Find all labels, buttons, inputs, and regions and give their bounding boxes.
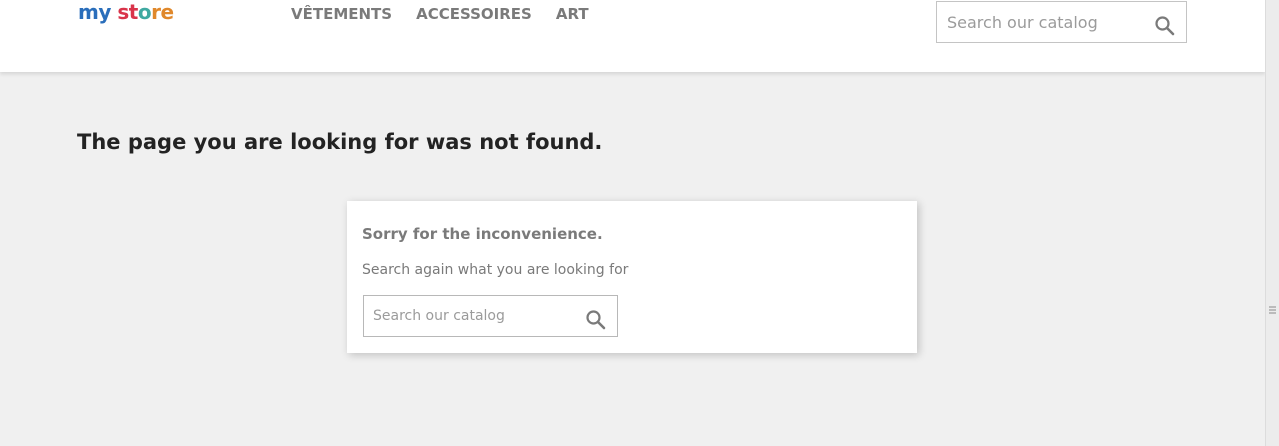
page-title: The page you are looking for was not fou… [77, 130, 603, 154]
menu-item-vetements[interactable]: VÊTEMENTS [291, 4, 392, 24]
main-menu: VÊTEMENTS ACCESSOIRES ART [291, 4, 589, 24]
site-header: my store VÊTEMENTS ACCESSOIRES ART [0, 0, 1265, 72]
scroll-grip-icon[interactable] [1269, 301, 1276, 314]
store-logo[interactable]: my store [78, 0, 174, 26]
logo-text-part: st [110, 0, 138, 24]
card-heading: Sorry for the inconvenience. [362, 225, 603, 243]
vertical-scrollbar[interactable] [1265, 0, 1279, 446]
menu-item-accessoires[interactable]: ACCESSOIRES [416, 4, 532, 24]
logo-text-part: my [78, 0, 111, 24]
logo-text-part: o [137, 0, 152, 24]
header-search-input[interactable] [937, 2, 1152, 42]
card-search-widget [363, 295, 618, 337]
header-search-widget [936, 1, 1187, 43]
menu-item-art[interactable]: ART [556, 4, 589, 24]
logo-text-part: re [151, 0, 174, 24]
card-text: Search again what you are looking for [362, 262, 629, 278]
page: my store VÊTEMENTS ACCESSOIRES ART The p… [0, 0, 1265, 446]
search-icon[interactable] [1154, 15, 1176, 37]
search-icon[interactable] [585, 309, 607, 331]
not-found-card: Sorry for the inconvenience. Search agai… [347, 201, 917, 353]
card-search-input[interactable] [364, 296, 579, 336]
